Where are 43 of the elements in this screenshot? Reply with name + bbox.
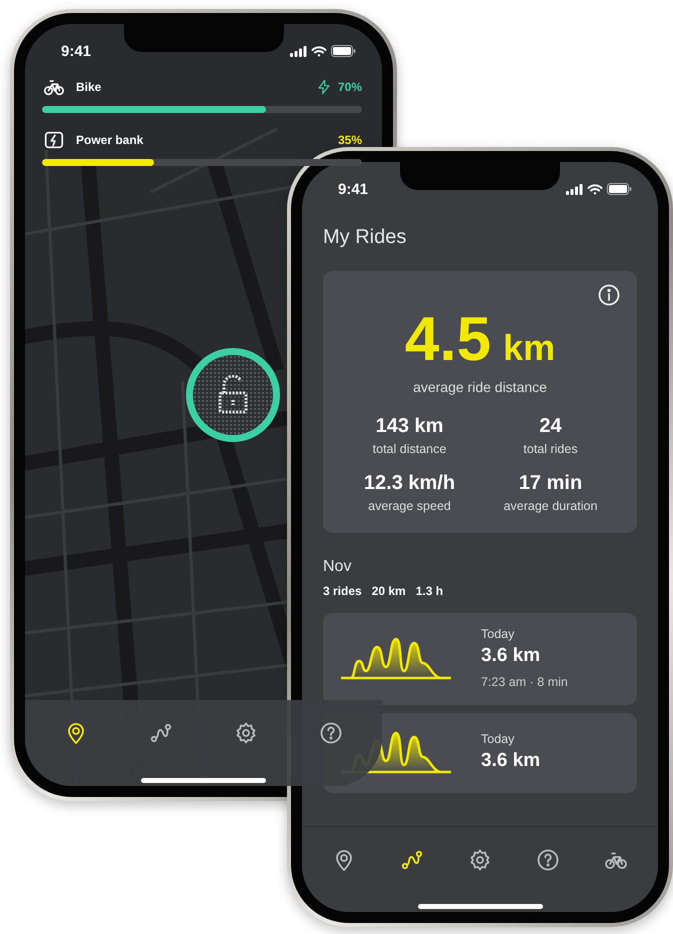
ride-time: 7:23 am · 8 min (481, 675, 568, 689)
month-stat: 3 rides (323, 584, 362, 598)
average-distance-caption: average ride distance (413, 379, 547, 395)
ride-date: Today (481, 732, 516, 746)
help-icon (536, 848, 560, 872)
battery-label: Power bank (76, 133, 144, 147)
stat-label: average speed (367, 499, 452, 513)
battery-icon (331, 45, 356, 57)
ride-distance: 3.6 km (481, 750, 540, 772)
signal-icon (290, 46, 307, 56)
month-heading: Nov (323, 558, 352, 576)
month-stat: 20 km (372, 584, 406, 598)
status-time: 9:41 (338, 180, 368, 198)
battery-label: Bike (76, 80, 102, 94)
month-stat: 1.3 h (416, 584, 444, 598)
bolt-icon (316, 79, 332, 95)
help-icon (319, 721, 344, 746)
wifi-icon (587, 184, 603, 194)
battery-icon (607, 183, 632, 195)
wifi-icon (311, 46, 327, 56)
ride-card[interactable]: Today 3.6 km 7:23 am · 8 min (323, 613, 637, 705)
stat-label: total distance (372, 442, 448, 456)
settings-icon (468, 848, 492, 872)
info-button[interactable] (597, 283, 621, 307)
status-time: 9:41 (61, 42, 92, 60)
power-bank-icon (42, 129, 66, 151)
ride-date: Today (481, 627, 516, 641)
average-distance-unit: km (503, 327, 556, 369)
average-distance-value: 4.5 (404, 309, 492, 371)
stat-label: average duration (502, 499, 598, 513)
stat-value: 12.3 km/h (362, 472, 456, 495)
ride-distance: 3.6 km (481, 645, 542, 667)
signal-icon (566, 184, 583, 194)
battery-reading: 70% (338, 80, 362, 94)
stat-label: total rides (522, 442, 579, 456)
info-icon (597, 283, 621, 307)
stat-value: 143 km (374, 415, 444, 438)
page-title: My Rides (323, 226, 408, 249)
settings-icon (234, 721, 258, 746)
route-icon (400, 848, 424, 872)
stat-value: 17 min (518, 472, 584, 495)
stat-value: 24 (538, 415, 563, 438)
battery-reading: 35% (338, 133, 362, 147)
